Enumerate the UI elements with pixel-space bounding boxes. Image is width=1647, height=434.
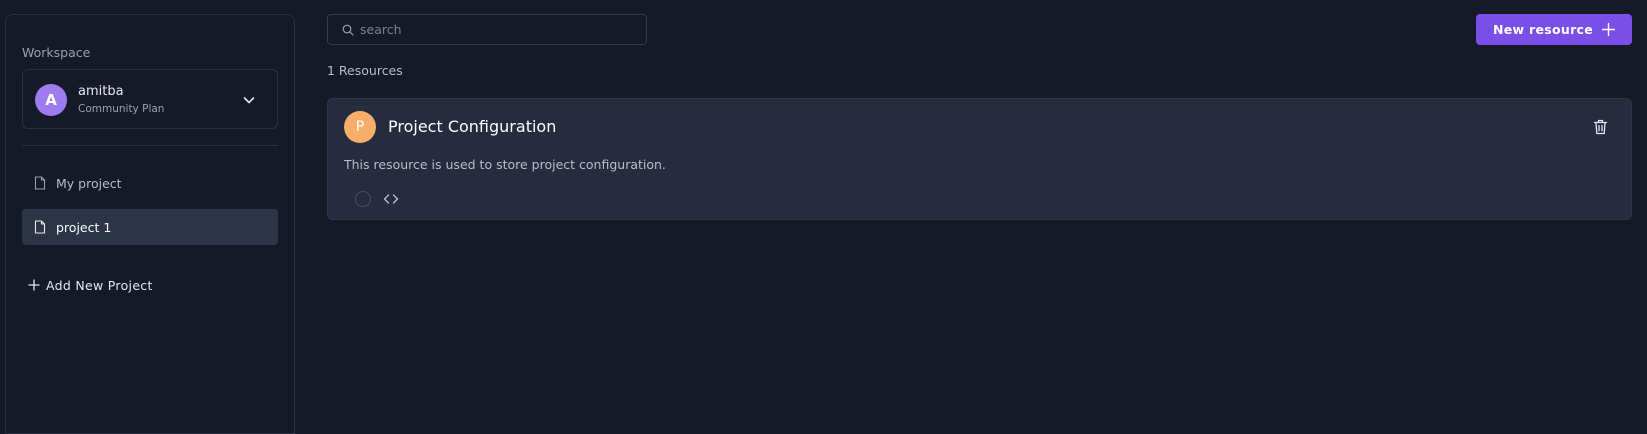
plus-icon bbox=[1602, 23, 1616, 36]
resource-card[interactable]: P Project Configuration This resource is… bbox=[327, 98, 1632, 220]
workspace-avatar: A bbox=[35, 84, 67, 116]
workspace-name: amitba bbox=[78, 84, 124, 99]
search-box bbox=[327, 14, 647, 45]
search-input[interactable] bbox=[360, 22, 620, 37]
sidebar: Workspace A amitba Community Plan My pro… bbox=[5, 14, 295, 434]
workspace-plan: Community Plan bbox=[78, 103, 165, 115]
workspace-label: Workspace bbox=[22, 45, 91, 60]
resource-count: 1 Resources bbox=[327, 63, 403, 78]
circle-icon[interactable] bbox=[355, 191, 371, 207]
plus-icon bbox=[28, 279, 40, 291]
file-icon bbox=[34, 176, 46, 190]
file-icon bbox=[34, 220, 46, 234]
workspace-switcher[interactable]: A amitba Community Plan bbox=[22, 69, 278, 129]
sidebar-item-my-project[interactable]: My project bbox=[22, 165, 278, 201]
new-resource-button[interactable]: New resource bbox=[1476, 14, 1632, 45]
search-icon bbox=[342, 24, 354, 36]
add-new-project-button[interactable]: Add New Project bbox=[28, 275, 153, 295]
resource-title: Project Configuration bbox=[388, 117, 557, 136]
sidebar-item-project-1[interactable]: project 1 bbox=[22, 209, 278, 245]
code-icon[interactable] bbox=[383, 191, 399, 207]
chevron-down-icon[interactable] bbox=[241, 92, 257, 108]
new-resource-label: New resource bbox=[1492, 22, 1594, 37]
resource-avatar: P bbox=[344, 111, 376, 143]
sidebar-item-label: My project bbox=[56, 175, 122, 191]
add-new-project-label: Add New Project bbox=[46, 277, 153, 293]
trash-icon[interactable] bbox=[1593, 119, 1608, 135]
sidebar-divider bbox=[22, 145, 278, 146]
resource-description: This resource is used to store project c… bbox=[344, 157, 666, 172]
sidebar-item-label: project 1 bbox=[56, 219, 112, 235]
